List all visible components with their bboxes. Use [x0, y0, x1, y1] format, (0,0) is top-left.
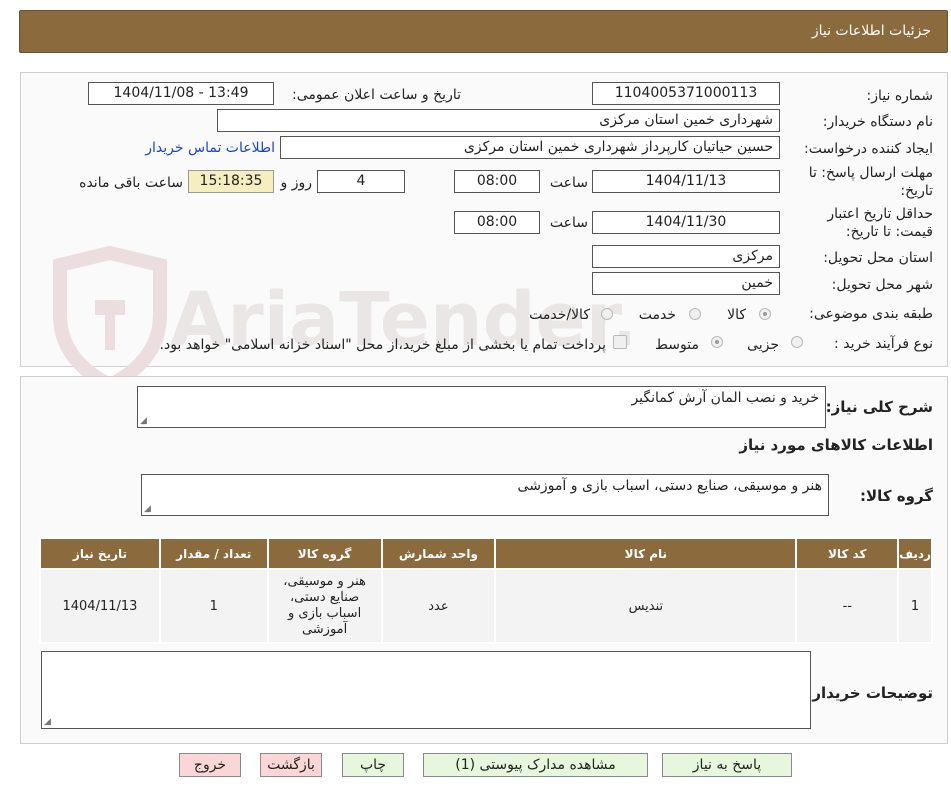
city-field: خمین: [592, 272, 780, 295]
deadline-time-label: ساعت: [549, 175, 588, 191]
category-service-label: خدمت: [638, 307, 676, 323]
announce-label: تاریخ و ساعت اعلان عمومی:: [292, 87, 461, 103]
view-attachments-button[interactable]: مشاهده مدارک پیوستی (1): [423, 753, 648, 777]
back-button[interactable]: بازگشت: [260, 753, 322, 777]
deadline-label-2: تاریخ:: [900, 183, 933, 199]
cell-unit: عدد: [380, 568, 497, 644]
resize-grip-icon[interactable]: ◢: [144, 504, 151, 514]
page-header: جزئیات اطلاعات نیاز: [19, 10, 948, 53]
creator-label: ایجاد کننده درخواست:: [804, 141, 933, 157]
cell-date: 1404/11/13: [39, 568, 161, 644]
process-medium-label: متوسط: [655, 337, 699, 353]
buyer-org-label: نام دستگاه خریدار:: [822, 114, 933, 130]
cell-qty: 1: [158, 568, 269, 644]
goods-info-title: اطلاعات کالاهای مورد نیاز: [739, 436, 933, 454]
cell-code: --: [795, 568, 900, 644]
goods-group-field: هنر و موسیقی، صنایع دستی، اسباب بازی و آ…: [141, 474, 829, 516]
need-number-field: 1104005371000113: [592, 82, 780, 105]
exit-button[interactable]: خروج: [179, 753, 241, 777]
cell-name: تندیس: [494, 568, 798, 644]
table-row: 1 -- تندیس عدد هنر و موسیقی، صنایع دستی،…: [39, 568, 933, 644]
province-field: مرکزی: [592, 245, 780, 268]
buyer-contact-link[interactable]: اطلاعات تماس خریدار: [145, 140, 275, 156]
process-label: نوع فرآیند خرید :: [834, 336, 933, 352]
print-button[interactable]: چاپ: [342, 753, 404, 777]
resize-grip-icon[interactable]: ◢: [44, 717, 51, 727]
col-header-code: کد کالا: [795, 537, 900, 570]
buyer-notes-field[interactable]: ◢: [41, 651, 811, 729]
remaining-time-field: 15:18:35: [188, 170, 274, 193]
col-header-date: تاریخ نیاز: [39, 537, 161, 570]
validity-label-2: قیمت: تا تاریخ:: [845, 224, 933, 240]
col-header-group: گروه کالا: [266, 537, 383, 570]
validity-time-label: ساعت: [549, 215, 588, 231]
category-label: طبقه بندی موضوعی:: [809, 306, 933, 322]
days-remaining-field: 4: [317, 170, 405, 193]
days-label: روز و: [280, 175, 313, 191]
process-minor-label: جزیی: [747, 337, 779, 353]
validity-date-field: 1404/11/30: [592, 211, 780, 234]
col-header-unit: واحد شمارش: [380, 537, 497, 570]
col-header-row-num: ردیف: [897, 537, 933, 570]
category-goods-label: کالا: [727, 307, 746, 323]
table-header-row: ردیف کد کالا نام کالا واحد شمارش گروه کا…: [39, 537, 933, 570]
reply-button[interactable]: پاسخ به نیاز: [662, 753, 792, 777]
treasury-payment-checkbox[interactable]: [613, 335, 627, 349]
need-summary-label: شرح کلی نیاز:: [825, 398, 933, 416]
city-label: شهر محل تحویل:: [831, 277, 933, 293]
announce-datetime-field: 1404/11/08 - 13:49: [88, 82, 274, 105]
validity-label: حداقل تاریخ اعتبار: [827, 206, 933, 222]
col-header-name: نام کالا: [494, 537, 798, 570]
buyer-org-field: شهرداری خمین استان مرکزی: [217, 109, 780, 132]
process-minor-radio[interactable]: [791, 336, 803, 348]
process-medium-radio[interactable]: [711, 336, 723, 348]
goods-group-label: گروه کالا:: [860, 487, 933, 505]
need-summary-text: خرید و نصب المان آرش کمانگیر: [631, 390, 819, 406]
creator-field: حسین حیاتیان کارپرداز شهرداری خمین استان…: [280, 136, 780, 159]
remaining-time-label: ساعت باقی مانده: [79, 175, 183, 191]
treasury-payment-note: پرداخت تمام یا بخشی از مبلغ خرید،از محل …: [159, 337, 606, 353]
goods-group-text: هنر و موسیقی، صنایع دستی، اسباب بازی و آ…: [517, 478, 822, 494]
category-goods-radio[interactable]: [759, 308, 771, 320]
need-number-label: شماره نیاز:: [866, 88, 934, 104]
need-summary-field: خرید و نصب المان آرش کمانگیر ◢: [137, 386, 826, 428]
buyer-notes-label: توضیحات خریدار:: [806, 684, 933, 702]
page-title: جزئیات اطلاعات نیاز: [811, 23, 931, 39]
province-label: استان محل تحویل:: [823, 250, 933, 266]
goods-table: ردیف کد کالا نام کالا واحد شمارش گروه کا…: [39, 537, 933, 644]
col-header-qty: تعداد / مقدار: [158, 537, 269, 570]
resize-grip-icon[interactable]: ◢: [140, 416, 147, 426]
deadline-date-field: 1404/11/13: [592, 170, 780, 193]
deadline-label: مهلت ارسال پاسخ: تا: [808, 165, 933, 181]
cell-row-num: 1: [897, 568, 933, 644]
category-goods-service-label: کالا/خدمت: [529, 307, 590, 323]
category-goods-service-radio[interactable]: [601, 308, 613, 320]
validity-time-field: 08:00: [454, 211, 540, 234]
deadline-time-field: 08:00: [454, 170, 540, 193]
cell-group: هنر و موسیقی، صنایع دستی، اسباب بازی و آ…: [266, 568, 383, 644]
category-service-radio[interactable]: [689, 308, 701, 320]
